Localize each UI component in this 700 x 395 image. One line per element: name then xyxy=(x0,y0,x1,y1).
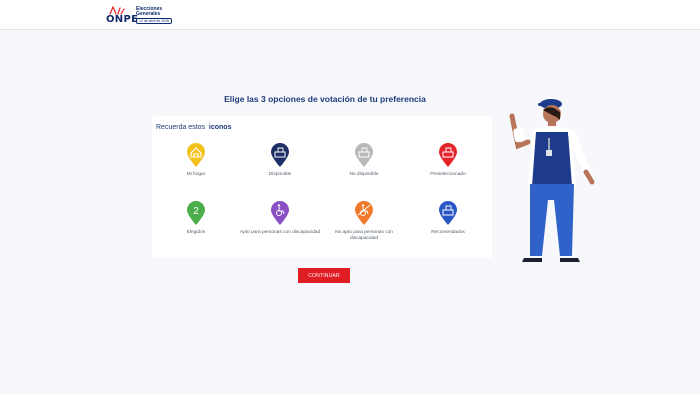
election-date-badge: 12 de abril de 2026 xyxy=(136,18,172,24)
wheelchair-icon xyxy=(271,201,289,225)
heading-text-post: de votación de tu preferencia xyxy=(305,94,426,104)
legend-item-mi-hogar: Mi hogar xyxy=(154,142,238,178)
legend-label: Disponible xyxy=(268,172,292,177)
legend-title: Recuerda estos iconos xyxy=(156,124,231,131)
poll-worker-illustration xyxy=(509,99,595,262)
election-title: Elecciones Generales xyxy=(136,6,163,17)
legend-item-no-disponible: No disponible xyxy=(322,142,406,178)
legend-item-apto: Apto para personas con discapacidad xyxy=(238,200,322,236)
legend-label: Preseleccionado xyxy=(430,172,466,177)
legend-label: Apto para personas con discapacidad xyxy=(239,230,321,235)
legend-item-recomendados: Recomendados xyxy=(406,200,490,236)
legend-title-bold: iconos xyxy=(208,124,232,131)
icon-legend-card: Recuerda estos iconos Mi hogar Disponibl… xyxy=(152,116,492,258)
continue-button[interactable]: CONTINUAR xyxy=(298,268,350,283)
wheelchair-icon xyxy=(355,201,373,225)
legend-label: No disponible xyxy=(349,172,379,177)
legend-item-disponible: Disponible xyxy=(238,142,322,178)
legend-item-no-apto: No apto para personas con discapacidad xyxy=(322,200,406,241)
house-icon xyxy=(187,143,205,167)
elegidos-glyph: 2 xyxy=(193,206,199,217)
onpe-logo[interactable]: ONPE Elecciones Generales 12 de abril de… xyxy=(106,6,176,26)
heading-text-bold: 3 opciones xyxy=(261,94,306,104)
page-heading: Elige las 3 opciones de votación de tu p… xyxy=(170,94,480,104)
legend-item-preseleccionado: Preseleccionado xyxy=(406,142,490,178)
logo-text: ONPE xyxy=(106,14,139,25)
legend-label: Elegidos xyxy=(186,230,206,235)
legend-label: Recomendados xyxy=(431,230,465,235)
legend-title-pre: Recuerda estos xyxy=(156,124,206,131)
ballot-box-icon xyxy=(271,143,289,167)
ballot-box-icon xyxy=(439,143,457,167)
legend-label: No apto para personas con discapacidad xyxy=(335,230,393,241)
legend-label: Mi hogar xyxy=(186,172,206,177)
top-bar: ONPE Elecciones Generales 12 de abril de… xyxy=(0,0,700,30)
number-badge-icon: 2 xyxy=(187,201,205,225)
legend-item-elegidos: 2 Elegidos xyxy=(154,200,238,236)
ballot-box-icon xyxy=(355,143,373,167)
ballot-box-icon xyxy=(439,201,457,225)
heading-text-pre: Elige las xyxy=(224,94,261,104)
